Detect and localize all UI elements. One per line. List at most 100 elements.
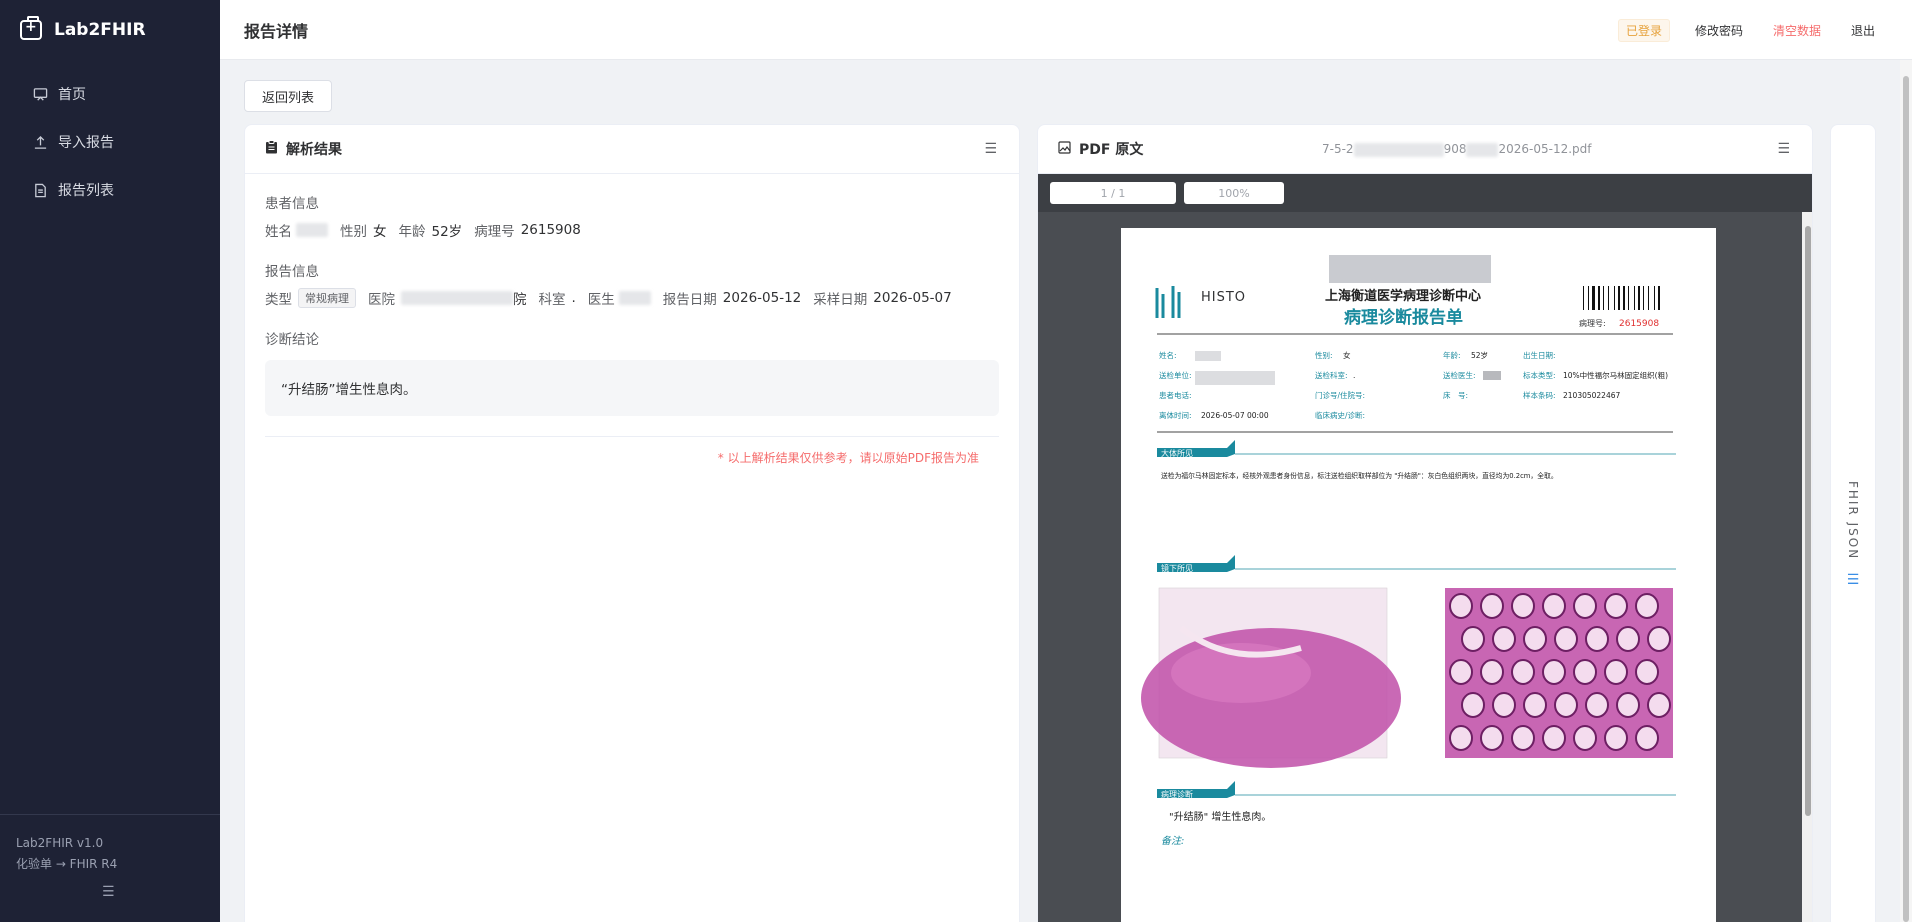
parse-content: 患者信息 姓名 性别 女 年龄 52岁 病理号 2615908 报告信息 类型 …	[245, 192, 1019, 466]
card-title: 解析结果	[286, 142, 342, 158]
pdf-card: PDF 原文 ☰ 7-5-2 908 2026-05-12.pdf 1 / 1 10…	[1037, 124, 1813, 922]
diagnosis-section-label: 诊断结论	[265, 332, 319, 348]
top-header: 报告详情 已登录 修改密码 清空数据 退出	[220, 0, 1912, 60]
app-name: Lab2FHIR	[54, 20, 146, 40]
sidebar-item-home[interactable]: 首页	[0, 70, 220, 118]
histo-logo: HISTO	[1155, 286, 1246, 318]
expand-list-icon[interactable]: ☰	[1847, 572, 1860, 588]
pdf-scrollbar-thumb[interactable]	[1805, 226, 1811, 816]
page-title: 报告详情	[244, 21, 309, 41]
card-header: 解析结果 ☰	[245, 125, 1019, 174]
page-scrollbar[interactable]	[1900, 60, 1912, 922]
card-title: PDF 原文	[1079, 142, 1144, 158]
fhir-json-label: FHIR JSON	[1846, 481, 1860, 561]
report-date-value: 2026-05-12	[722, 290, 802, 306]
app-tagline: 化验单 → FHIR R4	[16, 857, 118, 871]
document-icon	[32, 182, 48, 198]
back-to-list-button[interactable]: 返回列表	[244, 80, 332, 112]
redacted-name	[296, 223, 328, 237]
sample-date-label: 采样日期	[813, 292, 868, 308]
hospital-value-tail: 院	[513, 292, 527, 308]
doc-field-birth: 出生日期:	[1523, 350, 1556, 360]
header-actions: 已登录 修改密码 清空数据 退出	[1617, 0, 1880, 60]
filename-part: 2026-05-12.pdf	[1498, 142, 1592, 156]
filename-part: 908	[1443, 142, 1467, 156]
redacted-doctor	[618, 291, 651, 305]
fhir-json-panel[interactable]: FHIR JSON ☰	[1830, 124, 1876, 922]
type-tag: 常规病理	[298, 288, 356, 308]
doc-center-name: 上海衡道医学病理诊断中心	[1325, 288, 1481, 304]
doc-age-value: 52岁	[1471, 350, 1488, 360]
doc-field-doctor: 送检医生:	[1443, 370, 1476, 380]
parse-result-card: 解析结果 ☰ 患者信息 姓名 性别 女 年龄 52岁 病理号 2615908 报…	[244, 124, 1020, 922]
patient-info-row: 姓名 性别 女 年龄 52岁 病理号 2615908	[265, 220, 999, 240]
brand[interactable]: Lab2FHIR	[0, 0, 220, 60]
doc-gross-text: 送检为福尔马林固定标本，经核外观患者身份信息，标注送检组织取样部位为 "升结肠"…	[1161, 471, 1558, 480]
change-password-button[interactable]: 修改密码	[1690, 22, 1748, 39]
diagnosis-text: “升结肠”增生性息肉。	[281, 382, 417, 398]
histology-image-2	[1445, 588, 1673, 758]
pathology-no-value: 2615908	[520, 222, 581, 238]
doc-pathology-no: 2615908	[1619, 319, 1659, 329]
list-menu-icon[interactable]: ☰	[1777, 141, 1790, 157]
type-label: 类型	[265, 292, 292, 308]
hospital-label: 医院	[368, 292, 395, 308]
micro-section-header: 镜下所见	[1157, 555, 1676, 573]
doc-field-barcode: 样本条码:	[1523, 390, 1556, 400]
histology-image-1	[1141, 587, 1401, 768]
doc-field-name: 姓名:	[1159, 350, 1177, 360]
disclaimer-text: * 以上解析结果仅供参考，请以原始PDF报告为准	[717, 451, 979, 465]
doc-field-phone: 患者电话:	[1159, 390, 1192, 400]
clipboard-icon	[265, 140, 278, 158]
doc-field-specimen-type: 标本类型:	[1523, 370, 1556, 380]
logout-button[interactable]: 退出	[1846, 22, 1880, 39]
home-icon	[32, 86, 48, 102]
svg-text:大体所见: 大体所见	[1161, 448, 1193, 458]
sidebar-item-label: 首页	[58, 87, 86, 103]
zoom-input[interactable]: 100%	[1184, 182, 1284, 204]
redacted-doc-unit	[1195, 371, 1275, 385]
filename-part: 7-5-2	[1322, 142, 1354, 156]
doc-field-bed: 床 号:	[1443, 390, 1468, 400]
sidebar-nav: 首页 导入报告 报告列表	[0, 70, 220, 214]
doc-remark: 备注:	[1161, 835, 1184, 847]
upload-icon	[32, 134, 48, 150]
pathology-no-label: 病理号	[474, 224, 515, 240]
sidebar-item-label: 导入报告	[58, 135, 114, 151]
clear-data-button[interactable]: 清空数据	[1768, 22, 1826, 39]
svg-text:镜下所见: 镜下所见	[1161, 563, 1193, 573]
medical-kit-icon	[20, 16, 42, 40]
list-menu-icon[interactable]: ☰	[984, 141, 997, 157]
doc-specimen-type-value: 10%中性福尔马林固定组织(粗)	[1563, 370, 1668, 380]
name-label: 姓名	[265, 224, 292, 240]
svg-text:病理诊断: 病理诊断	[1161, 789, 1193, 799]
page-indicator-input[interactable]: 1 / 1	[1050, 182, 1176, 204]
sidebar-item-report-list[interactable]: 报告列表	[0, 166, 220, 214]
sidebar: Lab2FHIR 首页 导入报告 报告列表 Lab2FHIR v1.0 化验单 …	[0, 0, 220, 922]
doc-dx-text: "升结肠" 增生性息肉。	[1169, 810, 1271, 823]
patient-section-label: 患者信息	[265, 196, 319, 212]
sample-date-value: 2026-05-07	[873, 290, 952, 306]
redacted-filename	[1466, 142, 1499, 157]
dept-label: 科室	[538, 292, 566, 308]
pdf-scrollbar[interactable]	[1802, 212, 1812, 922]
doc-field-age: 年龄:	[1443, 350, 1461, 360]
age-value: 52岁	[431, 224, 463, 240]
gender-value: 女	[373, 224, 387, 240]
redacted-filename	[1353, 142, 1444, 157]
doc-field-clinic: 门诊号/住院号:	[1315, 390, 1365, 400]
collapse-menu-icon[interactable]: ☰	[102, 884, 115, 900]
doc-field-dept: 送检科室:	[1315, 370, 1348, 380]
sidebar-item-import[interactable]: 导入报告	[0, 118, 220, 166]
doc-field-clinical: 临床病史/诊断:	[1315, 410, 1365, 420]
age-label: 年龄	[398, 224, 426, 240]
redacted-doc-name	[1195, 351, 1221, 361]
dept-value: .	[571, 290, 576, 306]
doctor-label: 医生	[587, 292, 615, 308]
doc-pathology-no-label: 病理号:	[1579, 318, 1606, 328]
doc-field-gender: 性别:	[1315, 350, 1333, 360]
svg-text:HISTO: HISTO	[1201, 290, 1246, 305]
doc-barcode-value: 210305022467	[1563, 391, 1620, 400]
page-scrollbar-thumb[interactable]	[1903, 76, 1909, 922]
pdf-viewport[interactable]: HISTO 上海衡道医学病理诊断中心 病理诊断报告单 病理号: 2615908 …	[1038, 212, 1812, 922]
